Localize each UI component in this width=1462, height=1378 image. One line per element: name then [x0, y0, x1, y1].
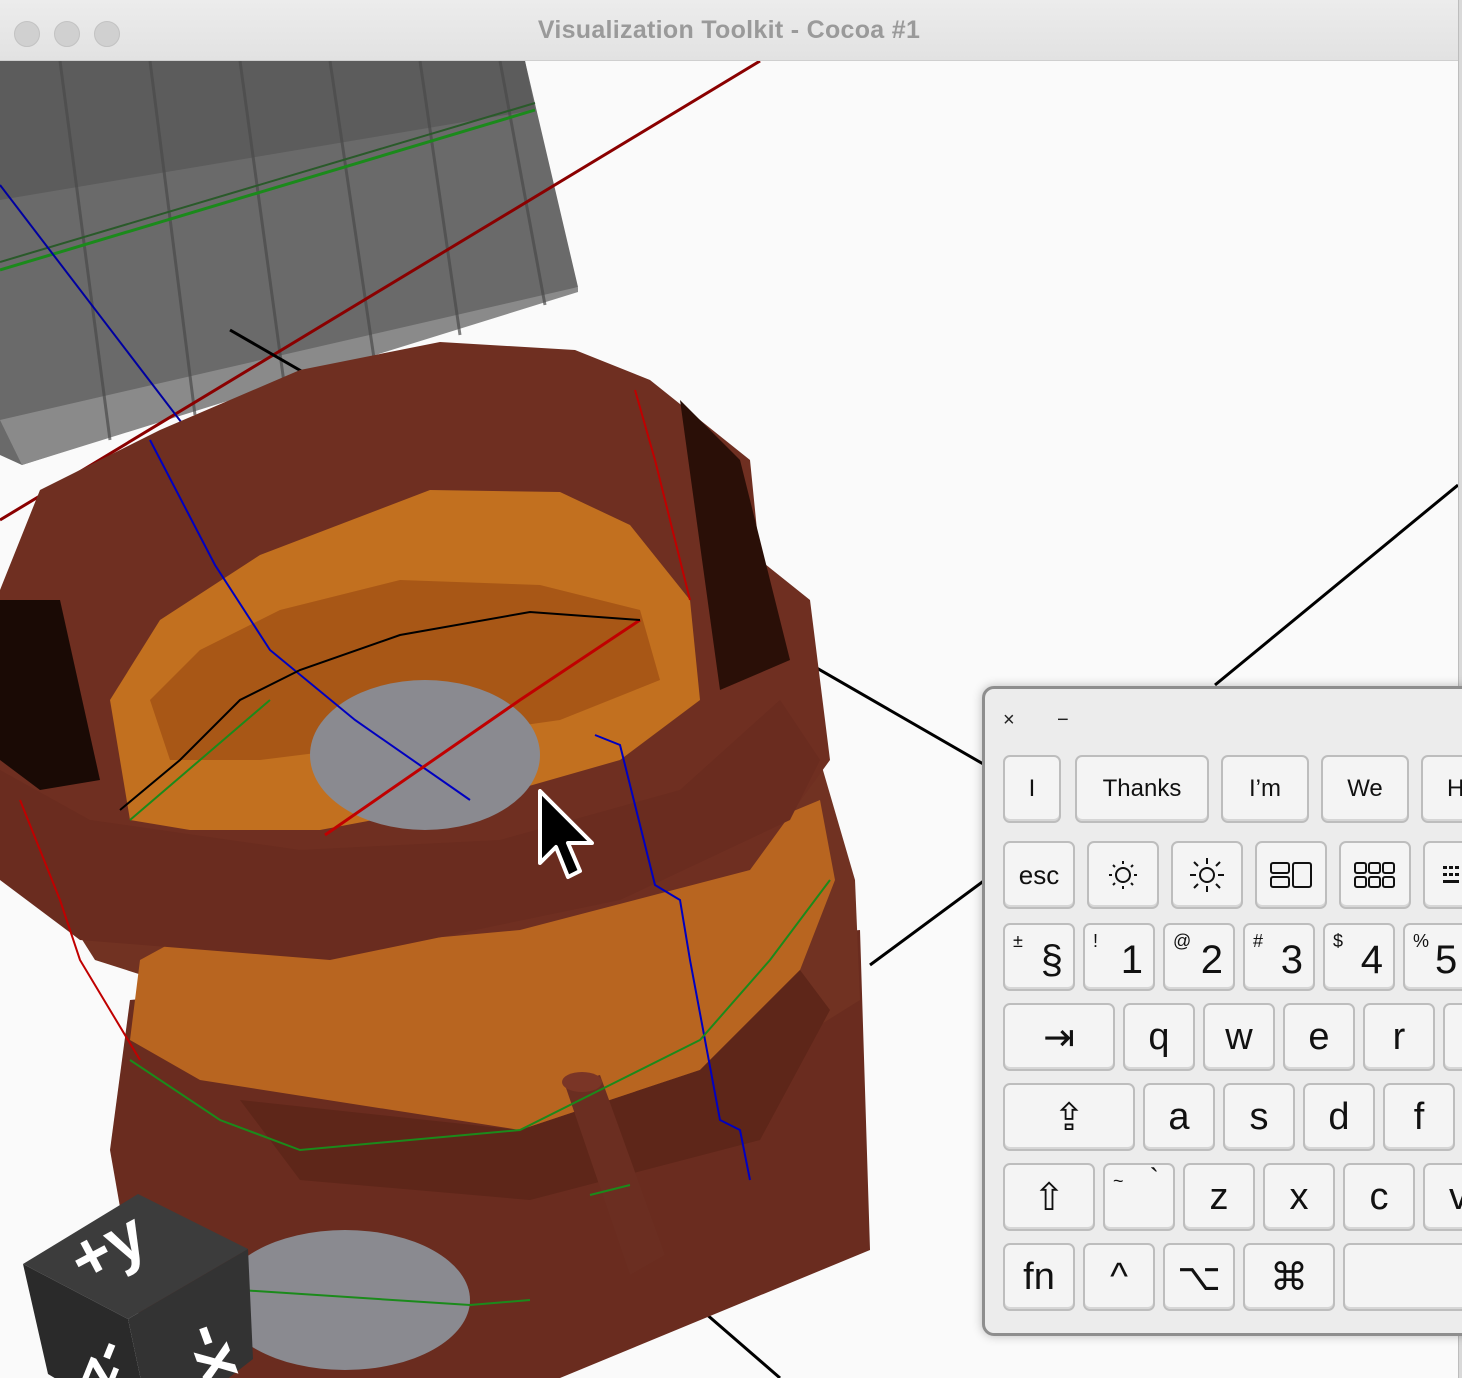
launchpad-key[interactable]: [1339, 841, 1411, 909]
key-1[interactable]: ! 1: [1083, 923, 1155, 991]
title-bar[interactable]: Visualization Toolkit - Cocoa #1: [0, 0, 1458, 61]
esc-key[interactable]: esc: [1003, 841, 1075, 909]
suggestion-key[interactable]: I’m: [1221, 755, 1309, 823]
mission-control-icon: [1270, 862, 1312, 888]
fn-key[interactable]: fn: [1003, 1243, 1075, 1311]
command-key[interactable]: ⌘: [1243, 1243, 1335, 1311]
inner-disc: [310, 680, 540, 830]
accessibility-keyboard: × − I Thanks I’m We H esc ±§ !1 @2 #3 $4…: [982, 686, 1462, 1336]
keyboard-brightness-icon: [1443, 866, 1459, 883]
key-r[interactable]: r: [1363, 1003, 1435, 1071]
shift-icon: ⇧: [1033, 1176, 1065, 1219]
keyboard-minimize-button[interactable]: −: [1057, 709, 1069, 732]
caps-lock-icon: ⇪: [1053, 1096, 1085, 1139]
option-key[interactable]: ⌥: [1163, 1243, 1235, 1311]
suggestion-key[interactable]: Thanks: [1075, 755, 1209, 823]
axis-line-black-2: [1214, 483, 1458, 687]
key-c[interactable]: c: [1343, 1163, 1415, 1231]
key-a[interactable]: a: [1143, 1083, 1215, 1151]
launchpad-icon: [1354, 862, 1395, 888]
key-s[interactable]: s: [1223, 1083, 1295, 1151]
mission-control-key[interactable]: [1255, 841, 1327, 909]
key-w[interactable]: w: [1203, 1003, 1275, 1071]
brightness-down-icon: [1109, 861, 1137, 889]
key-t[interactable]: [1443, 1003, 1462, 1071]
keyboard-close-button[interactable]: ×: [1003, 709, 1015, 732]
window-title: Visualization Toolkit - Cocoa #1: [537, 16, 921, 44]
key-backtick[interactable]: ~ `: [1103, 1163, 1175, 1231]
key-x[interactable]: x: [1263, 1163, 1335, 1231]
suggestion-key[interactable]: H: [1421, 755, 1462, 823]
brightness-down-key[interactable]: [1087, 841, 1159, 909]
tab-icon: ⇥: [1043, 1016, 1075, 1059]
brightness-up-icon: [1190, 858, 1224, 892]
caps-lock-key[interactable]: ⇪: [1003, 1083, 1135, 1151]
key-e[interactable]: e: [1283, 1003, 1355, 1071]
key-z[interactable]: z: [1183, 1163, 1255, 1231]
control-icon: ^: [1110, 1255, 1128, 1298]
key-3[interactable]: #3: [1243, 923, 1315, 991]
key-2[interactable]: @2: [1163, 923, 1235, 991]
key-4[interactable]: $4: [1323, 923, 1395, 991]
key-section[interactable]: ± §: [1003, 923, 1075, 991]
option-icon: ⌥: [1177, 1256, 1221, 1299]
key-d[interactable]: d: [1303, 1083, 1375, 1151]
brightness-up-key[interactable]: [1171, 841, 1243, 909]
space-key[interactable]: [1343, 1243, 1462, 1311]
key-v[interactable]: v: [1423, 1163, 1462, 1231]
key-q[interactable]: q: [1123, 1003, 1195, 1071]
control-key[interactable]: ^: [1083, 1243, 1155, 1311]
command-icon: ⌘: [1270, 1256, 1308, 1299]
tab-key[interactable]: ⇥: [1003, 1003, 1115, 1071]
shift-key[interactable]: ⇧: [1003, 1163, 1095, 1231]
key-f[interactable]: f: [1383, 1083, 1455, 1151]
suggestion-key[interactable]: We: [1321, 755, 1409, 823]
key-5[interactable]: % 5: [1403, 923, 1462, 991]
suggestion-key[interactable]: I: [1003, 755, 1061, 823]
keyboard-brightness-key[interactable]: [1423, 841, 1462, 909]
